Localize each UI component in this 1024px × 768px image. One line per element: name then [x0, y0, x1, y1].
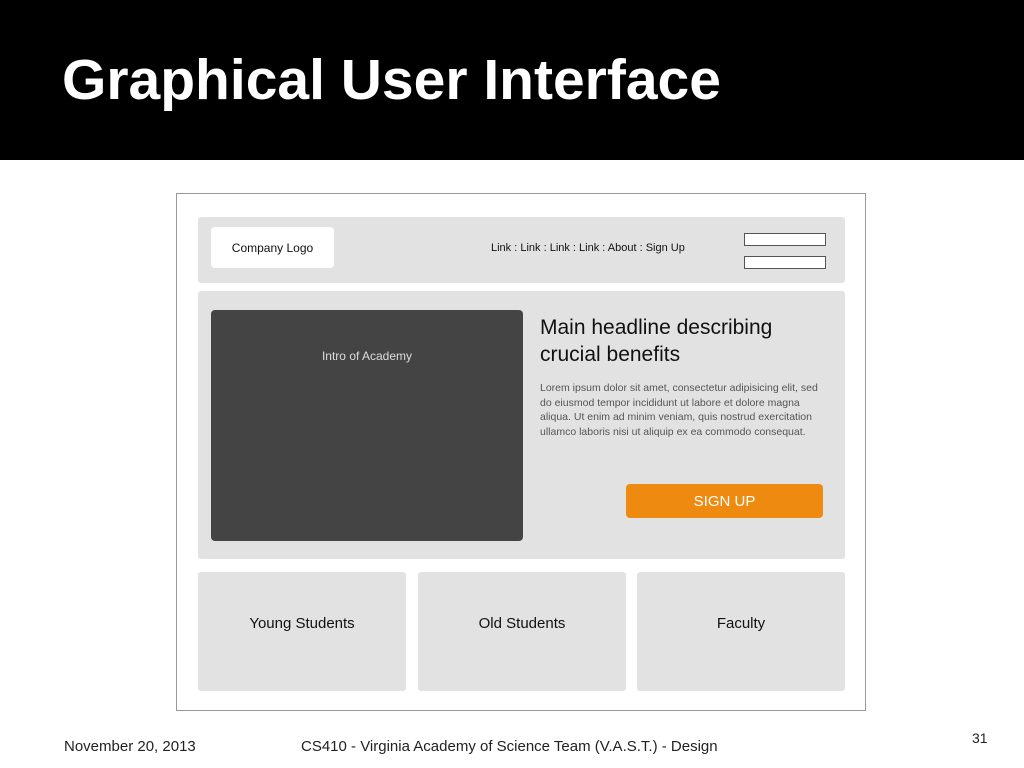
category-label: Faculty — [716, 615, 766, 632]
video-label: Intro of Academy — [321, 349, 413, 363]
sign-up-button[interactable]: SIGN UP — [626, 484, 823, 518]
footer-page-number: 31 — [972, 730, 988, 746]
category-label: Old Students — [478, 615, 566, 632]
category-card-faculty[interactable]: Faculty — [637, 572, 845, 691]
nav-links[interactable]: Link : Link : Link : Link : About : Sign… — [491, 242, 685, 254]
password-field[interactable] — [744, 256, 826, 269]
slide-title: Graphical User Interface — [62, 48, 721, 112]
footer-course-title: CS410 - Virginia Academy of Science Team… — [301, 738, 718, 755]
category-card-young-students[interactable]: Young Students — [198, 572, 406, 691]
footer-date: November 20, 2013 — [64, 738, 196, 755]
category-card-old-students[interactable]: Old Students — [418, 572, 626, 691]
main-headline: Main headline describing crucial benefit… — [540, 316, 773, 366]
company-logo[interactable]: Company Logo — [211, 227, 334, 268]
category-label: Young Students — [249, 615, 355, 632]
hero-body-text: Lorem ipsum dolor sit amet, consectetur … — [540, 382, 818, 438]
intro-video-placeholder[interactable]: Intro of Academy — [211, 310, 523, 541]
username-field[interactable] — [744, 233, 826, 246]
